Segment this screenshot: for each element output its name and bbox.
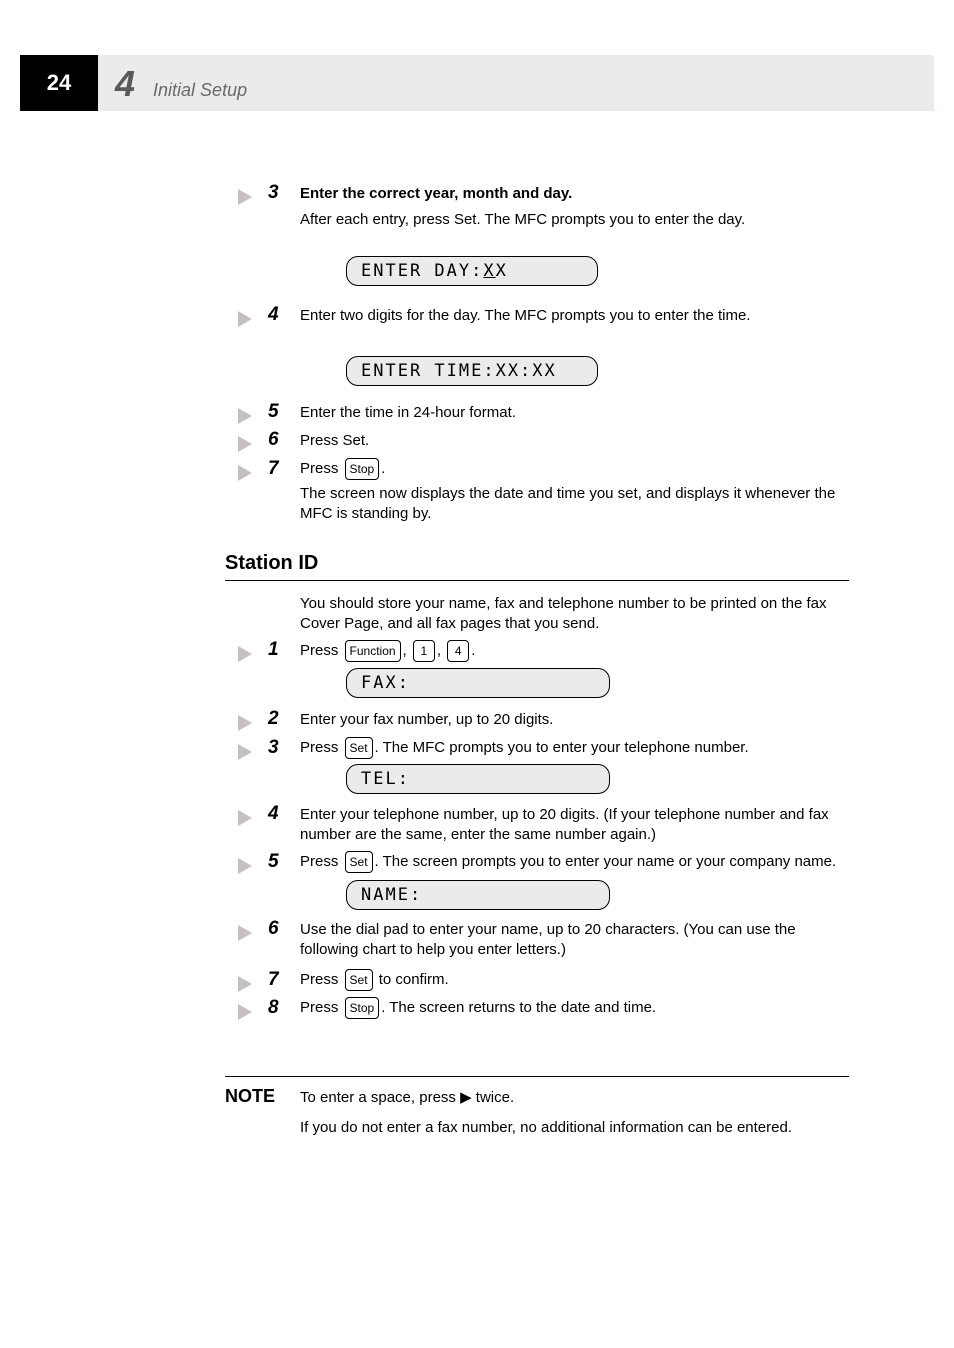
arrow-icon (238, 311, 252, 327)
function-key: Function (345, 640, 401, 662)
step-number: 3 (268, 182, 279, 204)
page-number: 24 (20, 55, 98, 111)
arrow-icon (238, 189, 252, 205)
chapter-header: 4 Initial Setup (115, 63, 247, 105)
set-key: Set (345, 737, 373, 759)
arrow-icon (238, 715, 252, 731)
arrow-icon (238, 858, 252, 874)
step-text: Enter the time in 24-hour format. (300, 403, 854, 423)
arrow-icon (238, 1004, 252, 1020)
lcd-display: TEL: (346, 764, 610, 794)
set-key: Set (345, 851, 373, 873)
arrow-icon (238, 744, 252, 760)
step-text: Enter the correct year, month and day. A… (300, 184, 854, 231)
four-key: 4 (447, 640, 469, 662)
step-number: 6 (268, 429, 279, 451)
lcd-display: ENTER TIME:XX:XX (346, 356, 598, 386)
step-text: Enter your telephone number, up to 20 di… (300, 805, 854, 846)
step-number: 4 (268, 304, 279, 326)
chapter-number: 4 (115, 63, 135, 105)
step-text: Press Stop. The screen returns to the da… (300, 997, 854, 1019)
one-key: 1 (413, 640, 435, 662)
step-text: Press Set. The screen prompts you to ent… (300, 851, 854, 873)
step-number: 7 (268, 969, 279, 991)
set-key: Set (345, 969, 373, 991)
step-number: 4 (268, 803, 279, 825)
step-number: 6 (268, 918, 279, 940)
arrow-icon (238, 436, 252, 452)
step-number: 5 (268, 401, 279, 423)
chapter-title: Initial Setup (153, 80, 247, 101)
step-number: 7 (268, 458, 279, 480)
arrow-icon (238, 408, 252, 424)
step-text: Press Set to confirm. (300, 969, 854, 991)
step-text: Use the dial pad to enter your name, up … (300, 920, 854, 961)
step-text: Press Function, 1, 4. (300, 640, 854, 662)
step-number: 8 (268, 997, 279, 1019)
lcd-display: ENTER DAY:XX (346, 256, 598, 286)
step-text: Press Set. (300, 431, 854, 451)
section-title: Station ID (225, 552, 318, 575)
lcd-display: NAME: (346, 880, 610, 910)
arrow-icon (238, 810, 252, 826)
divider (225, 580, 849, 581)
note-tail: If you do not enter a fax number, no add… (300, 1118, 854, 1138)
stop-key: Stop (345, 458, 380, 480)
stop-key: Stop (345, 997, 380, 1019)
divider (225, 1076, 849, 1077)
note-title: NOTE (225, 1086, 275, 1107)
arrow-icon (238, 925, 252, 941)
step-number: 5 (268, 851, 279, 873)
step-number: 1 (268, 639, 279, 661)
step-tail: The screen now displays the date and tim… (300, 484, 854, 525)
step-text: Press Stop. (300, 458, 854, 480)
arrow-icon (238, 465, 252, 481)
step-text: Enter two digits for the day. The MFC pr… (300, 306, 854, 326)
note-text: To enter a space, press ▶ twice. (300, 1088, 854, 1108)
step-text: Enter your fax number, up to 20 digits. (300, 710, 854, 730)
arrow-icon (238, 976, 252, 992)
step-number: 3 (268, 737, 279, 759)
lcd-display: FAX: (346, 668, 610, 698)
section-intro: You should store your name, fax and tele… (300, 594, 854, 635)
step-text: Press Set. The MFC prompts you to enter … (300, 737, 854, 759)
step-number: 2 (268, 708, 279, 730)
arrow-icon (238, 646, 252, 662)
